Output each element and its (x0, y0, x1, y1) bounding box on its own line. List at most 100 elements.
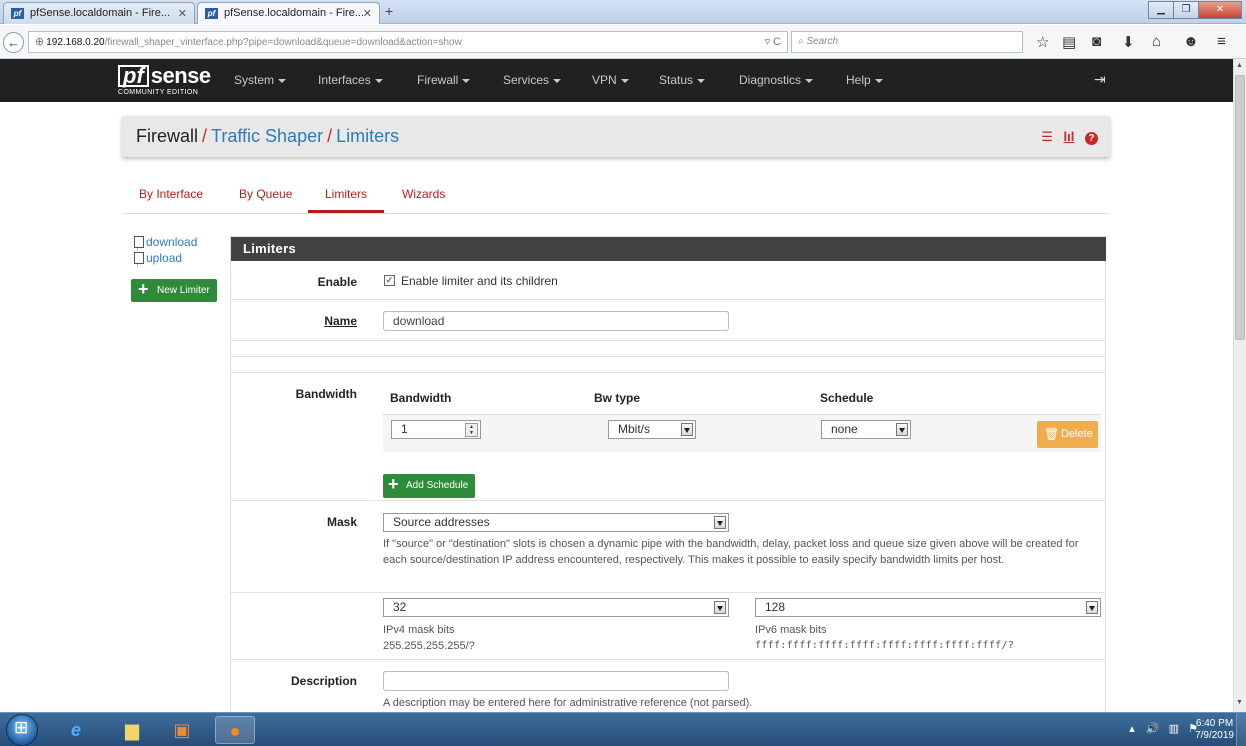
bandwidth-value-input[interactable]: 1 ▲ ▼ (391, 420, 481, 439)
bw-type-select[interactable]: Mbit/s (608, 420, 696, 439)
name-input[interactable]: download (383, 311, 729, 331)
tree-item-label: upload (146, 251, 183, 265)
tab-by-queue[interactable]: By Queue (239, 187, 292, 201)
trash-icon: 🗑 (1044, 427, 1060, 441)
spacer-row (231, 340, 1106, 356)
internet-explorer-icon[interactable]: e (56, 716, 96, 744)
maximize-button[interactable]: ❐ (1173, 1, 1199, 19)
tree-item-upload[interactable]: upload (130, 251, 197, 267)
menu-vpn[interactable]: VPN (592, 73, 629, 87)
breadcrumb: Firewall / Traffic Shaper / Limiters ☰ lıl ? (122, 116, 1110, 157)
firefox-icon[interactable]: ● (215, 716, 255, 744)
caret-down-icon (374, 78, 383, 83)
chat-icon[interactable]: ☻ (1183, 33, 1199, 50)
schedule-select[interactable]: none (821, 420, 911, 439)
tab-limiters[interactable]: Limiters (325, 187, 367, 201)
button-label: Add Schedule (406, 480, 469, 491)
ipv6-mask-example: ffff:ffff:ffff:ffff:ffff:ffff:ffff:ffff/… (755, 640, 1015, 651)
caret-down-icon (874, 78, 883, 83)
globe-icon: ⊕ (35, 36, 45, 48)
menu-interfaces[interactable]: Interfaces (318, 73, 383, 87)
logout-icon[interactable]: ⇥ (1094, 71, 1106, 88)
dropdown-arrow-icon (681, 423, 693, 436)
menu-label: Firewall (417, 73, 459, 87)
caret-down-icon (697, 78, 706, 83)
media-player-icon[interactable]: ▣ (162, 716, 202, 744)
close-icon[interactable]: ✕ (178, 7, 187, 20)
menu-diagnostics[interactable]: Diagnostics (739, 73, 814, 87)
windows-taskbar: e ▆ ▣ ● ▴ 🔊 ▥ ⚑ 6:40 PM 7/9/2019 (0, 712, 1246, 746)
bw-type-value: Mbit/s (618, 422, 651, 436)
ipv6-mask-select[interactable]: 128 (755, 598, 1101, 617)
back-button[interactable]: ← (3, 32, 24, 53)
schedule-value: none (831, 422, 858, 436)
tab-by-interface[interactable]: By Interface (139, 187, 203, 201)
browser-tab-2[interactable]: pf pfSense.localdomain - Fire... ✕ (197, 2, 380, 24)
network-icon[interactable]: ▥ (1169, 723, 1179, 735)
breadcrumb-separator: / (202, 126, 208, 146)
bookmark-star-icon[interactable]: ☆ (1036, 33, 1049, 51)
column-header: Bandwidth (390, 391, 452, 405)
ipv4-mask-select[interactable]: 32 (383, 598, 729, 617)
bandwidth-row: Bandwidth Bandwidth Bw type Schedule 1 ▲… (231, 372, 1106, 500)
browser-tab-1[interactable]: pf pfSense.localdomain - Fire... ✕ (3, 2, 195, 24)
enable-checkbox[interactable]: ✓ (384, 275, 395, 286)
search-input[interactable]: ⌕ Search (791, 31, 1023, 53)
description-help-text: A description may be entered here for ad… (383, 697, 753, 709)
start-button[interactable] (6, 714, 38, 746)
tab-wizards[interactable]: Wizards (402, 187, 445, 201)
minimize-button[interactable]: ▁ (1148, 1, 1174, 19)
tree-item-download[interactable]: download (130, 235, 197, 251)
menu-label: Services (503, 73, 550, 87)
url-bar[interactable]: ⊕ 192.168.0.20/firewall_shaper_vinterface… (28, 31, 788, 53)
sliders-icon[interactable]: ☰ (1041, 129, 1053, 144)
menu-system[interactable]: System (234, 73, 287, 87)
dropdown-arrow-icon (714, 601, 726, 614)
home-icon[interactable]: ⌂ (1152, 33, 1161, 50)
bar-chart-icon[interactable]: lıl (1064, 129, 1075, 144)
scrollbar-thumb[interactable] (1235, 75, 1245, 340)
new-limiter-button[interactable]: + New Limiter (131, 279, 217, 302)
show-desktop-button[interactable] (1236, 713, 1246, 746)
enable-text: Enable limiter and its children (401, 274, 558, 288)
pocket-icon[interactable]: ◙ (1092, 33, 1101, 50)
tree-item-label: download (146, 235, 198, 249)
bandwidth-table: Bandwidth Bw type Schedule 1 ▲ ▼ Mbit/s n… (383, 381, 1103, 453)
document-icon (134, 252, 144, 264)
taskbar-clock[interactable]: 6:40 PM 7/9/2019 (1195, 718, 1234, 742)
spinner-icon[interactable]: ▲ ▼ (465, 423, 478, 437)
window-close-button[interactable]: ✕ (1198, 1, 1242, 19)
pfsense-navbar: pf sense COMMUNITY EDITION System Interfa… (0, 59, 1233, 102)
help-icon[interactable]: ? (1085, 132, 1098, 145)
mask-select[interactable]: Source addresses (383, 513, 729, 532)
reload-icon[interactable]: ▿ C (764, 32, 781, 52)
logo-text: sense (150, 63, 211, 88)
ipv4-mask-example: 255.255.255.255/? (383, 640, 475, 652)
tray-expand-icon[interactable]: ▴ (1129, 723, 1135, 735)
panel-title: Limiters (231, 237, 1106, 261)
download-icon[interactable]: ⬇ (1122, 33, 1135, 51)
menu-icon[interactable]: ≡ (1217, 33, 1226, 50)
bookmarks-list-icon[interactable]: ▤ (1062, 33, 1076, 51)
delete-button[interactable]: 🗑 Delete (1037, 421, 1098, 448)
menu-status[interactable]: Status (659, 73, 706, 87)
close-icon[interactable]: ✕ (363, 7, 372, 20)
menu-services[interactable]: Services (503, 73, 562, 87)
column-header: Schedule (820, 391, 874, 405)
menu-firewall[interactable]: Firewall (417, 73, 471, 87)
page-scrollbar[interactable]: ▲ ▼ (1233, 59, 1246, 712)
new-tab-button[interactable]: + (385, 3, 393, 19)
breadcrumb-traffic-shaper[interactable]: Traffic Shaper (211, 126, 323, 146)
mask-label: Mask (326, 515, 357, 529)
scroll-down-icon[interactable]: ▼ (1236, 699, 1243, 706)
file-explorer-icon[interactable]: ▆ (112, 716, 152, 744)
add-schedule-button[interactable]: + Add Schedule (383, 474, 475, 498)
menu-label: Status (659, 73, 694, 87)
menu-help[interactable]: Help (846, 73, 883, 87)
breadcrumb-limiters[interactable]: Limiters (336, 126, 399, 146)
scroll-up-icon[interactable]: ▲ (1236, 62, 1243, 69)
caret-down-icon (462, 78, 471, 83)
description-input[interactable] (383, 671, 729, 691)
volume-icon[interactable]: 🔊 (1146, 723, 1160, 735)
pfsense-logo[interactable]: pf sense COMMUNITY EDITION (118, 63, 211, 96)
